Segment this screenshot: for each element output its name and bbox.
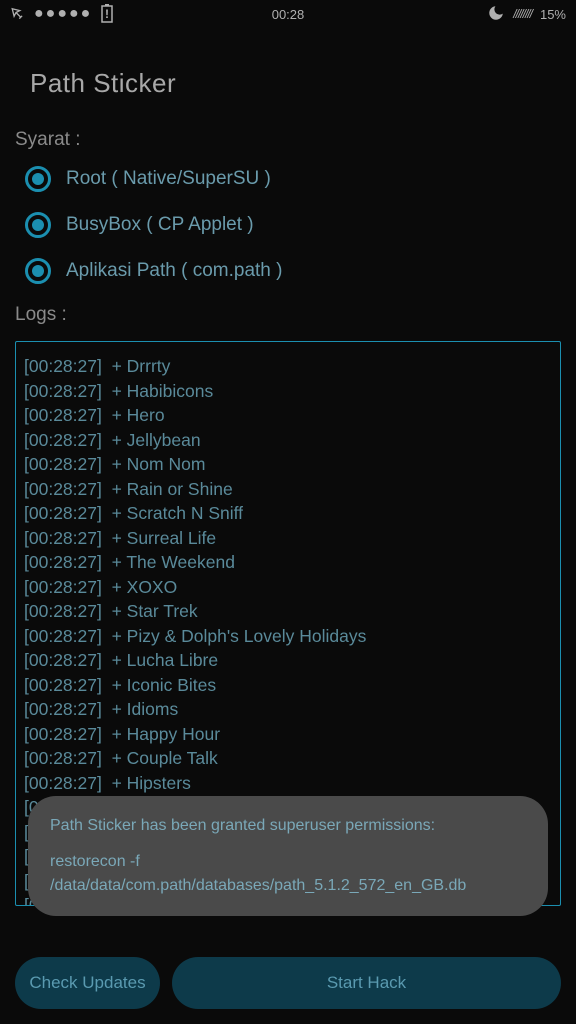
log-line: [00:28:27] + Jellybean bbox=[24, 428, 552, 453]
log-line: [00:28:27] + Hero bbox=[24, 403, 552, 428]
radio-label: BusyBox ( CP Applet ) bbox=[66, 214, 254, 236]
log-line: [00:28:27] + Star Trek bbox=[24, 599, 552, 624]
log-line: [00:28:27] + XOXO bbox=[24, 575, 552, 600]
battery-level-icon: //////// bbox=[513, 7, 532, 21]
requirements-group: Root ( Native/SuperSU ) BusyBox ( CP App… bbox=[15, 166, 561, 284]
log-line: [00:28:27] + Pizy & Dolph's Lovely Holid… bbox=[24, 624, 552, 649]
radio-selected-icon bbox=[25, 258, 51, 284]
button-row: Check Updates Start Hack bbox=[15, 957, 561, 1009]
log-line: [00:28:27] + Drrrty bbox=[24, 354, 552, 379]
log-line: [00:28:27] + Scratch N Sniff bbox=[24, 501, 552, 526]
status-right: //////// 15% bbox=[487, 4, 566, 25]
status-bar: ●●●●● ! 00:28 //////// 15% bbox=[0, 0, 576, 28]
log-line: [00:28:27] + Habibicons bbox=[24, 379, 552, 404]
radio-item-root[interactable]: Root ( Native/SuperSU ) bbox=[25, 166, 561, 192]
log-line: [00:28:27] + Couple Talk bbox=[24, 746, 552, 771]
battery-percentage: 15% bbox=[540, 7, 566, 22]
status-time: 00:28 bbox=[272, 7, 305, 22]
log-line: [00:28:27] + Happy Hour bbox=[24, 722, 552, 747]
airplane-mode-icon bbox=[6, 2, 31, 27]
radio-selected-icon bbox=[25, 212, 51, 238]
battery-warning-icon: ! bbox=[100, 3, 114, 26]
radio-label: Root ( Native/SuperSU ) bbox=[66, 168, 271, 190]
toast-message-line1: Path Sticker has been granted superuser … bbox=[50, 814, 526, 838]
radio-item-path-app[interactable]: Aplikasi Path ( com.path ) bbox=[25, 258, 561, 284]
radio-label: Aplikasi Path ( com.path ) bbox=[66, 260, 282, 282]
syarat-section-label: Syarat : bbox=[15, 129, 561, 151]
superuser-toast: Path Sticker has been granted superuser … bbox=[28, 796, 548, 916]
app-title: Path Sticker bbox=[30, 68, 561, 99]
log-line: [00:28:27] + Idioms bbox=[24, 697, 552, 722]
log-line: [00:28:27] + Surreal Life bbox=[24, 526, 552, 551]
toast-message-line2: restorecon -f /data/data/com.path/databa… bbox=[50, 850, 526, 898]
start-hack-button[interactable]: Start Hack bbox=[172, 957, 561, 1009]
radio-item-busybox[interactable]: BusyBox ( CP Applet ) bbox=[25, 212, 561, 238]
svg-text:!: ! bbox=[105, 7, 109, 21]
signal-dots-icon: ●●●●● bbox=[34, 5, 92, 23]
log-line: [00:28:27] + Iconic Bites bbox=[24, 673, 552, 698]
log-line: [00:28:27] + Hipsters bbox=[24, 771, 552, 796]
radio-selected-icon bbox=[25, 166, 51, 192]
status-left: ●●●●● ! bbox=[10, 3, 114, 26]
log-line: [00:28:27] + Rain or Shine bbox=[24, 477, 552, 502]
moon-icon bbox=[487, 4, 505, 25]
log-line: [00:28:27] + Nom Nom bbox=[24, 452, 552, 477]
check-updates-button[interactable]: Check Updates bbox=[15, 957, 160, 1009]
logs-section-label: Logs : bbox=[15, 304, 561, 326]
log-line: [00:28:27] + The Weekend bbox=[24, 550, 552, 575]
log-line: [00:28:27] + Lucha Libre bbox=[24, 648, 552, 673]
